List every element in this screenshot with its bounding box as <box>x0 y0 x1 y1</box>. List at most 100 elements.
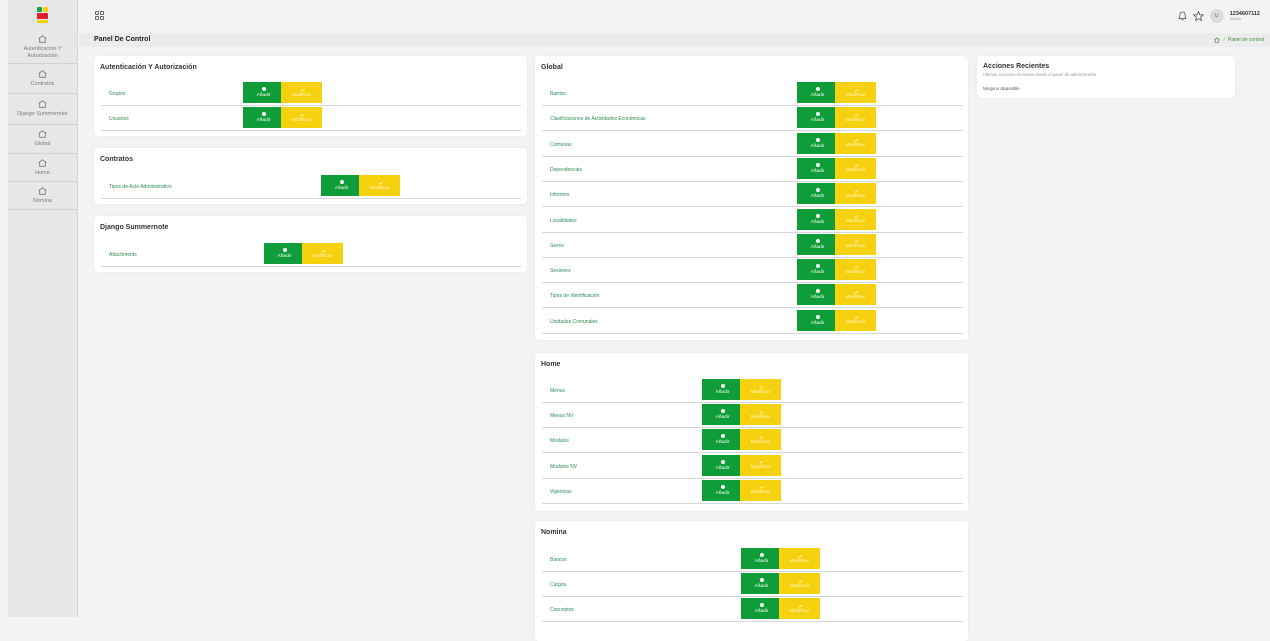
model-link[interactable]: Tipos de Acto Administrativo <box>109 184 172 190</box>
recent-actions-subtitle: Ultimas acciones recientes desde el pane… <box>983 72 1097 77</box>
add-button[interactable]: Añadir <box>243 82 284 103</box>
modify-button[interactable]: Modificar <box>740 429 781 451</box>
model-link[interactable]: Dependencias <box>550 167 582 173</box>
plus-circle-icon <box>815 162 820 167</box>
model-link[interactable]: Grupos <box>109 91 125 97</box>
pencil-icon <box>853 137 858 142</box>
module-card-contratos: Contratos Tipos de Acto Administrativo Aña… <box>94 148 527 204</box>
model-link[interactable]: Comunas <box>550 142 571 148</box>
add-button-label: Añadir <box>334 186 349 191</box>
modify-button[interactable]: Modificar <box>740 379 781 400</box>
modify-button[interactable]: Modificar <box>740 404 781 426</box>
modify-button[interactable]: Modificar <box>835 157 876 179</box>
add-button[interactable]: Añadir <box>797 107 838 129</box>
modify-button[interactable]: Modificar <box>281 107 322 128</box>
add-button[interactable]: Añadir <box>243 107 284 128</box>
grid-menu-icon[interactable] <box>95 11 104 20</box>
add-button[interactable]: Añadir <box>797 284 838 306</box>
modify-button[interactable]: Modificar <box>740 454 781 476</box>
add-button-label: Añadir <box>810 244 825 250</box>
model-link[interactable]: Vigencias <box>550 489 572 495</box>
add-button[interactable]: Añadir <box>797 82 838 103</box>
star-icon[interactable] <box>1192 11 1204 21</box>
model-link[interactable]: Usuarios <box>109 116 129 122</box>
sidebar-item-nomina[interactable]: Nomina <box>8 182 77 210</box>
top-bar: U 1234607112 Admin <box>79 0 1270 33</box>
modify-button[interactable]: Modificar <box>835 259 876 281</box>
modify-button[interactable]: Modificar <box>835 284 876 306</box>
plus-circle-icon <box>815 87 820 91</box>
modify-button-label: Modificar <box>789 608 810 614</box>
model-link[interactable]: Modulos NV <box>550 464 577 470</box>
model-link[interactable]: Unidades Comunales <box>550 319 598 325</box>
model-link[interactable]: Conceptos <box>550 607 574 613</box>
modify-button-label: Modificar <box>845 320 866 326</box>
sidebar-item-global[interactable]: Global <box>8 125 77 154</box>
model-link[interactable]: Informes <box>550 192 569 198</box>
home-icon <box>38 186 47 195</box>
sidebar-item-home[interactable]: Home <box>8 154 77 182</box>
model-link[interactable]: Attachments <box>109 252 137 258</box>
modify-button[interactable]: Modificar <box>302 243 343 264</box>
modify-button[interactable]: Modificar <box>779 548 820 569</box>
add-button-label: Añadir <box>715 490 730 496</box>
sidebar-item-contratos[interactable]: Contratos <box>8 64 77 94</box>
model-link[interactable]: Modulos <box>550 438 569 444</box>
model-link[interactable]: Cargos <box>550 582 566 588</box>
model-link[interactable]: Barrios <box>550 91 566 97</box>
add-button[interactable]: Añadir <box>797 233 838 255</box>
model-link[interactable]: Menus NV <box>550 413 573 419</box>
add-button[interactable]: Añadir <box>702 404 743 426</box>
modify-button-label: Modificar <box>789 583 810 589</box>
app-logo[interactable] <box>8 0 78 32</box>
model-link[interactable]: Sesiones <box>550 268 571 274</box>
model-link[interactable]: Menus <box>550 388 565 394</box>
add-button[interactable]: Añadir <box>741 573 782 594</box>
modify-button[interactable]: Modificar <box>740 479 781 501</box>
add-button[interactable]: Añadir <box>797 132 838 154</box>
modify-button[interactable]: Modificar <box>835 309 876 331</box>
add-button[interactable]: Añadir <box>702 379 743 400</box>
modify-button-label: Modificar <box>845 269 866 275</box>
add-button[interactable]: Añadir <box>741 548 782 569</box>
add-button[interactable]: Añadir <box>702 479 743 501</box>
add-button[interactable]: Añadir <box>797 309 838 331</box>
model-link[interactable]: Clasificaciones de Actividades Económica… <box>550 116 646 122</box>
model-link[interactable]: Bancos <box>550 557 567 563</box>
breadcrumb-separator: / <box>1223 37 1225 43</box>
add-button[interactable]: Añadir <box>741 598 782 619</box>
add-button[interactable]: Añadir <box>264 243 305 264</box>
model-row: Cargos Añadir Modificar <box>542 573 963 597</box>
sidebar-item-django-summernote[interactable]: Django Summernote <box>8 94 77 125</box>
pencil-icon <box>377 179 382 185</box>
home-icon[interactable] <box>1214 37 1221 43</box>
add-button[interactable]: Añadir <box>797 208 838 230</box>
modify-button[interactable]: Modificar <box>779 598 820 619</box>
modify-button[interactable]: Modificar <box>835 208 876 230</box>
modify-button[interactable]: Modificar <box>835 107 876 129</box>
add-button[interactable]: Añadir <box>702 454 743 476</box>
avatar[interactable]: U <box>1209 9 1224 23</box>
model-link[interactable]: Localidades <box>550 218 577 224</box>
model-link[interactable]: Sexos <box>550 243 564 249</box>
add-button[interactable]: Añadir <box>321 175 362 196</box>
add-button[interactable]: Añadir <box>797 259 838 281</box>
sidebar-item-autenticacion[interactable]: Autenticación Y Autorización <box>8 32 77 64</box>
model-link[interactable]: Tipos de Identificación <box>550 293 600 299</box>
modify-button[interactable]: Modificar <box>359 175 400 196</box>
add-button[interactable]: Añadir <box>797 183 838 205</box>
module-card-summernote: Django Summernote Attachments Añadir Modifi… <box>94 216 527 272</box>
modify-button[interactable]: Modificar <box>835 132 876 154</box>
modify-button[interactable]: Modificar <box>835 183 876 205</box>
modify-button[interactable]: Modificar <box>779 573 820 594</box>
modify-button[interactable]: Modificar <box>281 82 322 103</box>
modify-button[interactable]: Modificar <box>835 82 876 103</box>
pencil-icon <box>853 86 858 92</box>
add-button[interactable]: Añadir <box>797 157 838 179</box>
breadcrumb-current[interactable]: Panel de control <box>1228 37 1264 43</box>
add-button[interactable]: Añadir <box>702 429 743 451</box>
modify-button[interactable]: Modificar <box>835 233 876 255</box>
module-card-home: Home Menus Añadir Modificar Menus NV Añadir Mo… <box>535 353 968 511</box>
bell-icon[interactable] <box>1177 11 1187 21</box>
model-row: Clasificaciones de Actividades Económica… <box>542 107 963 132</box>
